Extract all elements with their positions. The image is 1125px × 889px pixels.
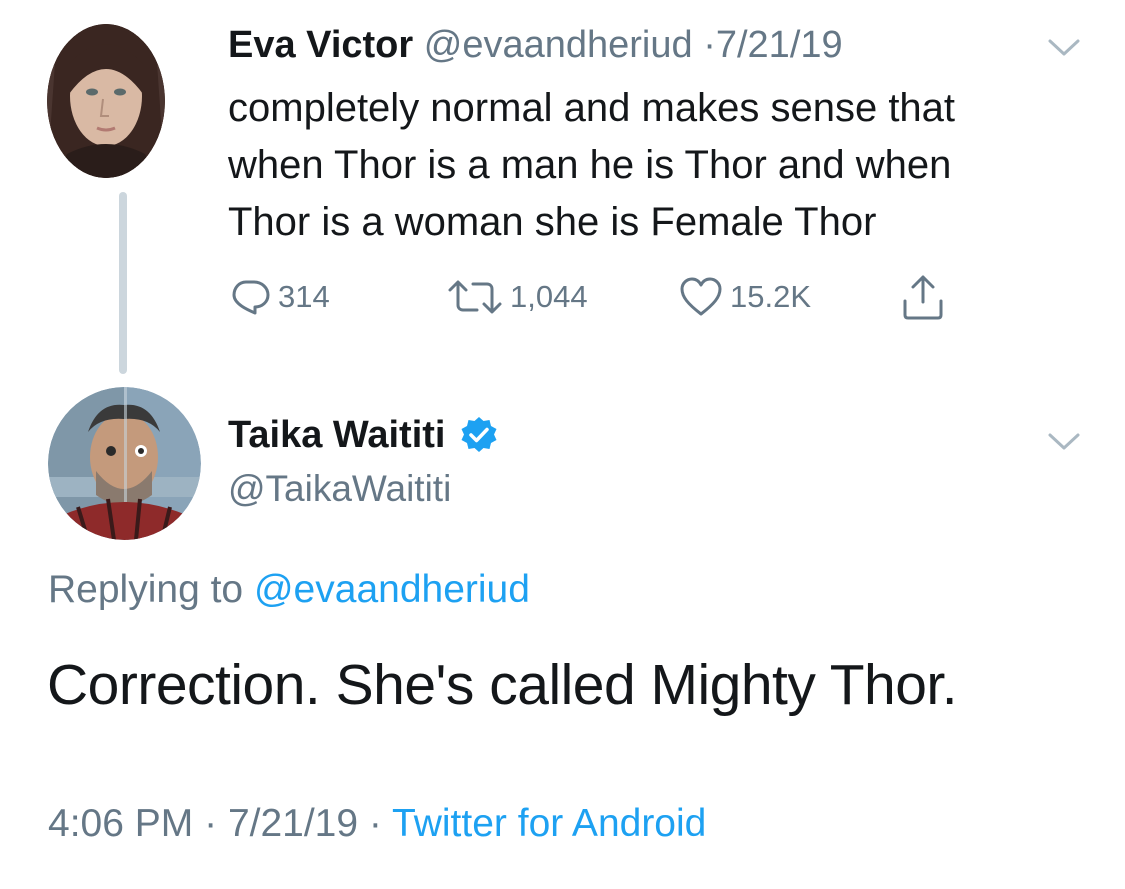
parent-text-line: completely normal and makes sense that (228, 86, 956, 130)
reply-count: 314 (278, 279, 330, 314)
reply-display-name-row: Taika Waititi (228, 412, 499, 458)
replying-to-label: Replying to (48, 568, 244, 611)
parent-date[interactable]: 7/21/19 (716, 24, 843, 66)
meta-separator: · (204, 802, 218, 845)
retweet-icon (446, 275, 504, 319)
reply-icon (228, 275, 272, 319)
tweet-thread: Eva Victor @evaandheriud ·7/21/19 comple… (0, 0, 1125, 889)
heart-icon (678, 275, 724, 319)
parent-text-line: when Thor is a man he is Thor and when (228, 143, 952, 187)
meta-separator: · (368, 802, 382, 845)
tweet-date: 7/21/19 (227, 802, 359, 845)
reply-handle[interactable]: @TaikaWaititi (228, 466, 451, 512)
like-button[interactable]: 15.2K (678, 272, 811, 322)
reply-tweet-text: Correction. She's called Mighty Thor. (47, 653, 958, 717)
chevron-down-icon[interactable] (1045, 422, 1083, 460)
tweet-time: 4:06 PM (48, 802, 194, 845)
header-separator: · (703, 24, 716, 66)
share-button[interactable] (900, 272, 946, 322)
tweet-meta: 4:06 PM · 7/21/19 · Twitter for Android (48, 800, 706, 848)
share-icon (900, 272, 946, 322)
replying-to-line: Replying to @evaandheriud (48, 566, 530, 614)
chevron-down-icon[interactable] (1045, 28, 1083, 66)
reply-display-name[interactable]: Taika Waititi (228, 412, 445, 458)
replying-to-handle-link[interactable]: @evaandheriud (254, 568, 530, 611)
parent-handle[interactable]: @evaandheriud (424, 24, 693, 66)
thread-connector-line (119, 192, 127, 374)
avatar-taika-waititi[interactable] (48, 387, 201, 540)
parent-display-name[interactable]: Eva Victor (228, 24, 413, 66)
verified-badge-icon (459, 415, 499, 455)
reply-button[interactable]: 314 (228, 272, 330, 322)
parent-tweet-header: Eva Victor @evaandheriud ·7/21/19 (228, 22, 843, 68)
tweet-source-link[interactable]: Twitter for Android (392, 802, 706, 845)
retweet-button[interactable]: 1,044 (446, 272, 588, 322)
avatar-eva-victor[interactable] (47, 24, 165, 178)
parent-tweet-text: completely normal and makes sense that w… (228, 80, 1078, 251)
like-count: 15.2K (730, 279, 812, 314)
parent-text-line: Thor is a woman she is Female Thor (228, 200, 877, 244)
retweet-count: 1,044 (510, 279, 588, 314)
